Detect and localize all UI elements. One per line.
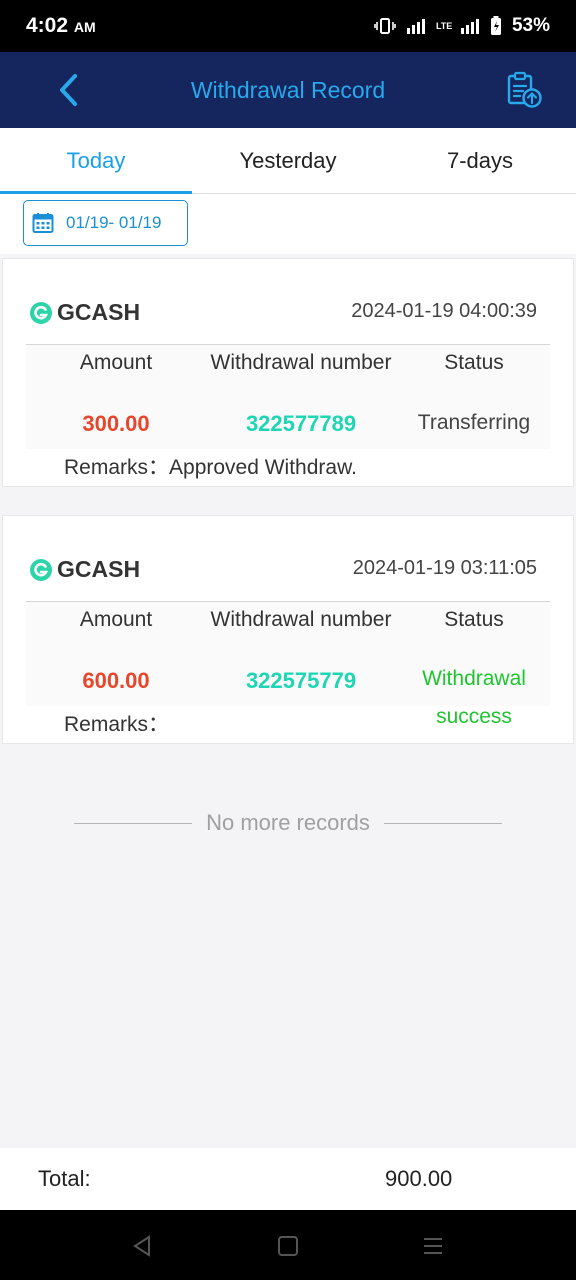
- number-header: Withdrawal number: [210, 608, 392, 631]
- menu-icon: [424, 1238, 442, 1254]
- status-header: Status: [444, 351, 504, 374]
- nav-menu-button[interactable]: [419, 1232, 447, 1260]
- app-header: Withdrawal Record: [0, 52, 576, 128]
- amount-header: Amount: [79, 608, 153, 631]
- payment-method: GCASH: [29, 299, 140, 326]
- status-line-1: Withdrawal: [422, 667, 526, 690]
- calendar-icon: [32, 213, 54, 233]
- card-header: GCASH 2024-01-19 04:00:39: [3, 259, 573, 345]
- end-of-list: No more records: [0, 810, 576, 836]
- status-icons: LTE 53%: [374, 15, 550, 37]
- withdrawal-record-card[interactable]: GCASH 2024-01-19 03:11:05 Amount 600.00 …: [2, 515, 574, 744]
- date-range-picker[interactable]: 01/19- 01/19: [23, 200, 188, 246]
- status-value: Transferring: [417, 411, 531, 434]
- divider-line: [383, 822, 502, 824]
- clipboard-upload-icon: [507, 71, 542, 108]
- record-timestamp: 2024-01-19 03:11:05: [352, 557, 537, 579]
- status-header: Status: [444, 608, 504, 631]
- date-range-label: 01/19- 01/19: [66, 213, 162, 232]
- payment-method: GCASH: [29, 556, 140, 583]
- tab-7-days[interactable]: 7-days: [384, 128, 576, 193]
- nav-back-button[interactable]: [128, 1232, 156, 1260]
- number-header: Withdrawal number: [210, 351, 392, 374]
- signal-icon: [406, 19, 425, 34]
- back-button[interactable]: [48, 70, 88, 110]
- triangle-back-icon: [133, 1235, 150, 1257]
- nav-home-button[interactable]: [274, 1232, 302, 1260]
- record-details: Amount 300.00 Withdrawal number 32257778…: [26, 345, 550, 449]
- signal-icon-2: [460, 19, 479, 34]
- withdrawal-number: 322577789: [245, 411, 357, 436]
- tab-yesterday[interactable]: Yesterday: [192, 128, 384, 193]
- system-nav-bar: [0, 1210, 576, 1280]
- gcash-logo-icon: [30, 301, 52, 324]
- record-details: Amount 600.00 Withdrawal number 32257577…: [26, 602, 550, 728]
- no-more-text: No more records: [206, 810, 370, 835]
- status-line-2: success: [436, 705, 512, 728]
- battery-level: 53%: [511, 15, 550, 36]
- status-bar: 4:02 AM LTE 53%: [0, 0, 576, 52]
- network-type: LTE: [435, 20, 453, 31]
- remarks: Remarks：Approved Withdraw.: [64, 456, 357, 479]
- withdrawal-record-card[interactable]: GCASH 2024-01-19 04:00:39 Amount 300.00 …: [2, 258, 574, 487]
- total-value: 900.00: [385, 1166, 453, 1191]
- tab-today[interactable]: Today: [0, 128, 192, 194]
- upload-record-button[interactable]: [502, 68, 546, 112]
- record-timestamp: 2024-01-19 04:00:39: [351, 300, 537, 322]
- remarks: Remarks：: [64, 713, 170, 736]
- total-bar: Total: 900.00: [0, 1148, 576, 1210]
- battery-charging-icon: [490, 16, 501, 35]
- vibrate-icon: [374, 18, 396, 34]
- card-header: GCASH 2024-01-19 03:11:05: [3, 516, 573, 602]
- amount-header: Amount: [79, 351, 153, 374]
- withdrawal-number: 322575779: [245, 668, 357, 693]
- page-title: Withdrawal Record: [190, 76, 386, 103]
- total-label: Total:: [38, 1166, 91, 1191]
- amount-value: 300.00: [82, 411, 150, 436]
- amount-value: 600.00: [82, 668, 150, 693]
- chevron-left-icon: [60, 74, 77, 106]
- square-home-icon: [278, 1236, 298, 1256]
- status-time: 4:02 AM: [26, 14, 96, 37]
- tab-bar: Today Yesterday 7-days: [0, 128, 576, 194]
- payment-method-name: GCASH: [57, 556, 141, 582]
- gcash-logo-icon: [30, 558, 52, 581]
- payment-method-name: GCASH: [57, 299, 141, 325]
- filter-row: 01/19- 01/19: [0, 194, 576, 254]
- status-value: Withdrawal success: [396, 660, 552, 736]
- divider-line: [74, 822, 193, 824]
